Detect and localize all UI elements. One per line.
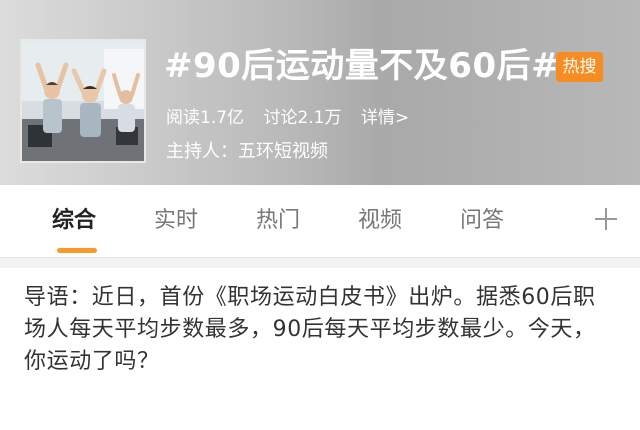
- active-tab-indicator: [57, 248, 97, 253]
- office-stretch-photo: [22, 41, 144, 161]
- topic-title: #90后运动量不及60后#: [164, 46, 561, 86]
- topic-stats: 阅读1.7亿 讨论2.1万 详情>: [166, 106, 409, 130]
- topic-thumbnail[interactable]: [20, 39, 146, 163]
- tab-video[interactable]: 视频: [358, 205, 402, 237]
- tab-comprehensive[interactable]: 综合: [52, 205, 96, 237]
- topic-header: #90后运动量不及60后# 热搜 阅读1.7亿 讨论2.1万 详情> 主持人：五…: [0, 0, 640, 185]
- plus-icon[interactable]: [592, 205, 620, 233]
- tab-popular[interactable]: 热门: [256, 205, 300, 237]
- tab-bar: 综合 实时 热门 视频 问答: [0, 185, 640, 258]
- detail-link[interactable]: 详情>: [361, 108, 409, 128]
- hot-badge: 热搜: [556, 52, 603, 82]
- tab-realtime[interactable]: 实时: [154, 205, 198, 237]
- discussion-count: 讨论2.1万: [263, 108, 342, 128]
- topic-intro: 导语：近日，首份《职场运动白皮书》出炉。据悉60后职场人每天平均步数最多，90后…: [0, 268, 640, 430]
- tab-qa[interactable]: 问答: [460, 205, 504, 237]
- host-info: 主持人：五环短视频: [166, 141, 328, 162]
- intro-text: 导语：近日，首份《职场运动白皮书》出炉。据悉60后职场人每天平均步数最多，90后…: [24, 285, 596, 374]
- read-count: 阅读1.7亿: [166, 108, 245, 128]
